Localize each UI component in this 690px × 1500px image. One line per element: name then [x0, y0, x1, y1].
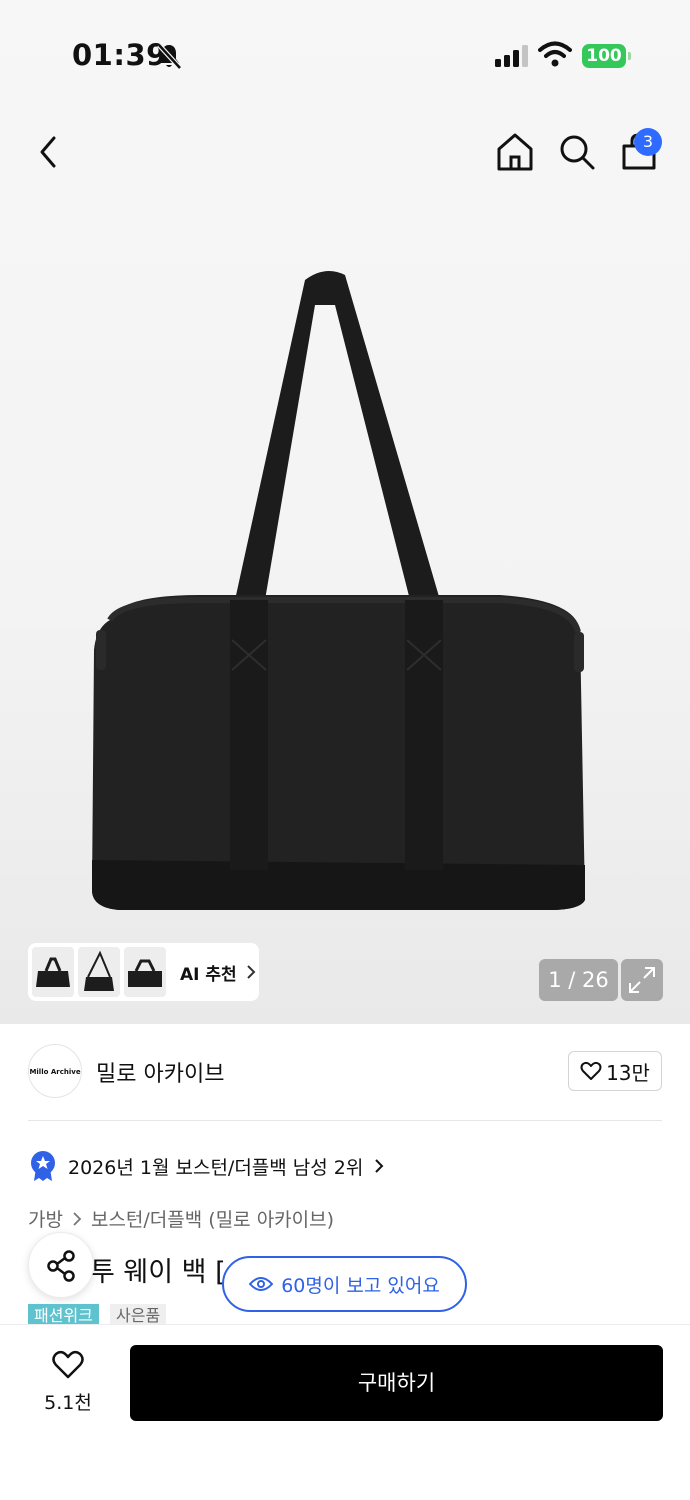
back-arrow-icon[interactable] [30, 130, 70, 174]
wishlist-count: 5.1천 [44, 1392, 92, 1414]
ranking-text: 2026년 1월 보스턴/더플백 남성 2위 [68, 1156, 364, 1179]
product-bag-image[interactable] [80, 260, 600, 940]
product-title: 투 웨이 백 [ [90, 1257, 226, 1288]
recommend-thumbnail-1[interactable] [32, 947, 74, 997]
search-icon[interactable] [556, 130, 598, 174]
heart-icon [52, 1350, 84, 1379]
ai-recommend-chip[interactable]: AI 추천 [28, 943, 259, 1001]
breadcrumb-category[interactable]: 가방 [28, 1205, 63, 1232]
expand-icon [629, 967, 655, 993]
breadcrumb-subcategory[interactable]: 보스턴/더플백 (밀로 아카이브) [91, 1205, 334, 1232]
divider [28, 1120, 662, 1121]
tag-fashion-week: 패션위크 [28, 1304, 99, 1326]
cart-count-badge: 3 [634, 128, 662, 156]
buy-button[interactable]: 구매하기 [130, 1345, 663, 1421]
share-button[interactable] [28, 1232, 94, 1298]
chevron-right-icon [375, 1159, 384, 1173]
heart-icon [580, 1061, 602, 1080]
status-time: 01:39 [72, 38, 167, 72]
medal-icon [31, 1151, 55, 1181]
brand-like-button[interactable]: 13만 [568, 1051, 662, 1091]
bell-muted-icon [157, 43, 182, 70]
breadcrumb: 가방 보스턴/더플백 (밀로 아카이브) [28, 1205, 334, 1232]
brand-like-count: 13만 [606, 1060, 650, 1085]
status-bar: 01:39 100 [0, 0, 690, 110]
viewers-text: 60명이 보고 있어요 [281, 1274, 440, 1297]
brand-name[interactable]: 밀로 아카이브 [96, 1056, 224, 1088]
share-icon [47, 1250, 75, 1282]
image-pager: 1 / 26 [539, 959, 618, 1001]
recommend-thumbnail-2[interactable] [78, 947, 120, 997]
eye-icon [249, 1277, 274, 1291]
battery-indicator: 100 [582, 44, 632, 68]
tag-gift: 사은품 [110, 1304, 167, 1326]
battery-level: 100 [582, 44, 626, 68]
cellular-signal-icon [495, 45, 528, 67]
chevron-right-icon [73, 1211, 82, 1226]
viewers-count-pill: 60명이 보고 있어요 [222, 1256, 467, 1312]
chevron-right-icon [246, 965, 256, 979]
wifi-icon [538, 41, 572, 67]
battery-tip [628, 52, 631, 60]
brand-logo[interactable]: Millo Archive [28, 1044, 82, 1098]
expand-button[interactable] [621, 959, 663, 1001]
recommend-thumbnail-3[interactable] [124, 947, 166, 997]
ai-recommend-label: AI 추천 [180, 964, 237, 985]
ranking-link[interactable]: 2026년 1월 보스턴/더플백 남성 2위 [28, 1148, 385, 1184]
home-icon[interactable] [494, 130, 536, 174]
